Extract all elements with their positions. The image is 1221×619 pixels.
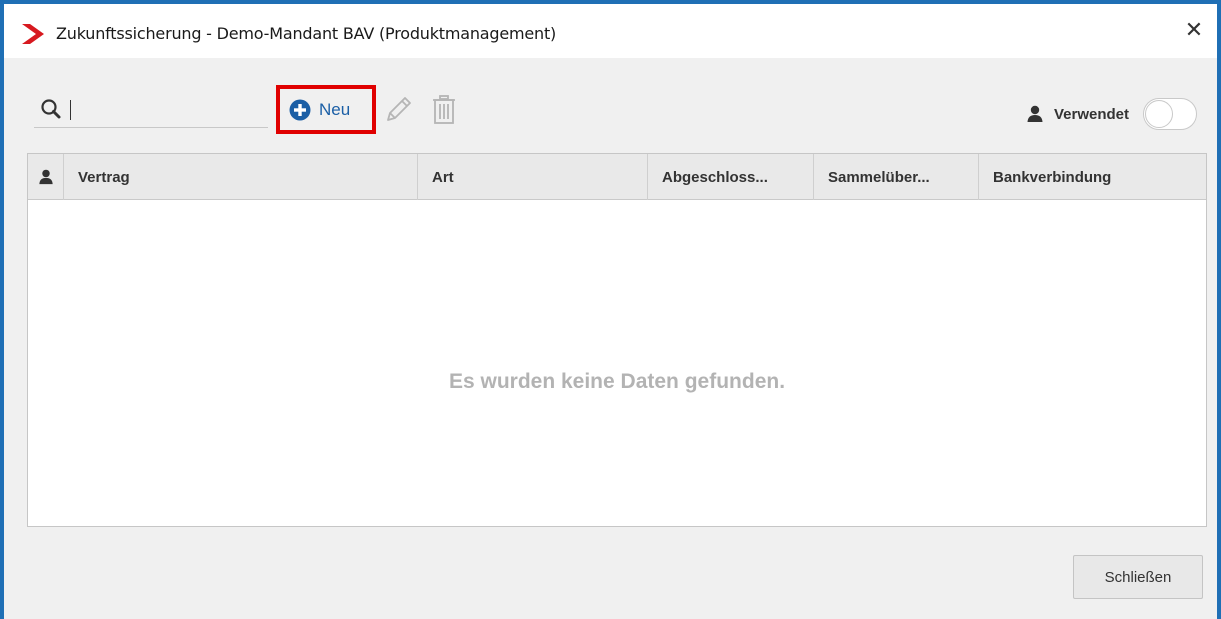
search-input[interactable] xyxy=(66,96,262,122)
column-header-vertrag[interactable]: Vertrag xyxy=(64,154,418,200)
person-icon xyxy=(1027,105,1043,122)
title-bar: Zukunftssicherung - Demo-Mandant BAV (Pr… xyxy=(4,4,1217,58)
used-label: Verwendet xyxy=(1053,105,1129,123)
window-title: Zukunftssicherung - Demo-Mandant BAV (Pr… xyxy=(56,24,557,43)
search-icon xyxy=(41,99,61,119)
pencil-icon[interactable] xyxy=(382,94,414,126)
app-logo-icon xyxy=(22,24,44,44)
column-header-bankverbindung[interactable]: Bankverbindung xyxy=(979,154,1206,200)
used-filter: Verwendet xyxy=(1026,98,1197,130)
contracts-table: Vertrag Art Abgeschloss... Sammelüber...… xyxy=(27,153,1207,527)
column-header-art[interactable]: Art xyxy=(418,154,648,200)
column-header-sammelueberweisung[interactable]: Sammelüber... xyxy=(814,154,979,200)
column-header-abgeschlossen[interactable]: Abgeschloss... xyxy=(648,154,814,200)
toolbar: Neu Verwendet xyxy=(4,58,1217,154)
column-header-person[interactable] xyxy=(28,154,64,200)
search-box xyxy=(34,92,268,128)
plus-circle-icon xyxy=(289,99,311,120)
new-button[interactable]: Neu xyxy=(276,85,376,134)
person-icon xyxy=(39,169,53,185)
new-button-label: Neu xyxy=(319,99,351,119)
close-icon[interactable]: ✕ xyxy=(1181,18,1207,44)
close-button[interactable]: Schließen xyxy=(1073,555,1203,599)
empty-state-message: Es wurden keine Daten gefunden. xyxy=(448,370,786,393)
toggle-knob xyxy=(1145,100,1173,128)
trash-icon[interactable] xyxy=(431,94,457,126)
table-header: Vertrag Art Abgeschloss... Sammelüber...… xyxy=(28,154,1206,200)
dialog-window: Zukunftssicherung - Demo-Mandant BAV (Pr… xyxy=(0,0,1221,619)
used-toggle[interactable] xyxy=(1143,98,1197,130)
